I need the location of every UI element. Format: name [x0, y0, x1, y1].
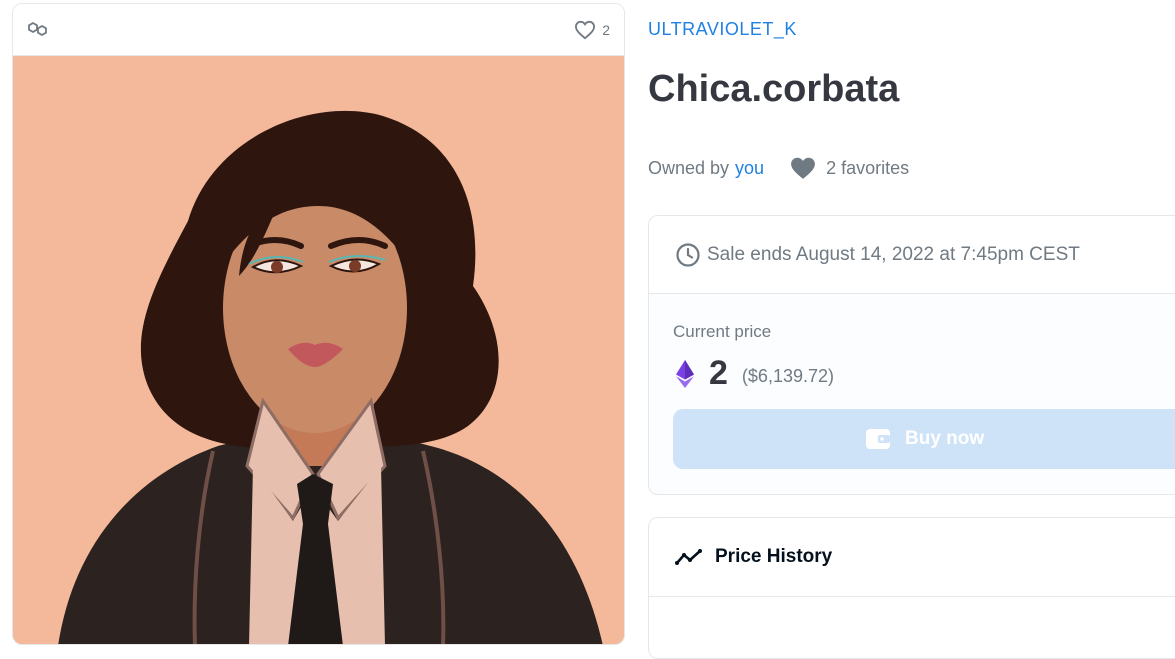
wallet-icon — [866, 429, 890, 449]
favorite-button[interactable]: 2 — [574, 19, 610, 41]
price-history-panel: Price History — [648, 517, 1175, 659]
clock-icon — [676, 242, 700, 267]
price-fiat: ($6,139.72) — [741, 366, 834, 386]
price-history-title: Price History — [715, 546, 833, 567]
heart-icon — [791, 157, 815, 179]
owned-by-label: Owned by — [648, 157, 730, 178]
trending-line-icon — [675, 549, 702, 565]
current-price-label: Current price — [673, 322, 772, 341]
buy-now-label: Buy now — [905, 428, 985, 449]
owner-line: Owned by you 2 favorites — [648, 156, 909, 180]
owner-link[interactable]: you — [735, 158, 764, 179]
sale-end-text: Sale ends August 14, 2022 at 7:45pm CEST — [707, 243, 1080, 265]
favorite-count: 2 — [602, 22, 610, 38]
buy-now-button[interactable]: Buy now — [673, 409, 1175, 469]
item-title: Chica.corbata — [648, 68, 900, 110]
polygon-chain-icon[interactable] — [27, 19, 49, 39]
price-row: 2 ($6,139.72) — [675, 354, 834, 393]
nft-artwork[interactable] — [13, 56, 624, 645]
ethereum-icon — [676, 359, 694, 388]
trade-station: Sale ends August 14, 2022 at 7:45pm CEST… — [648, 215, 1175, 495]
collection-link[interactable]: ULTRAVIOLET_K — [648, 19, 797, 40]
favorites-count[interactable]: 2 favorites — [826, 158, 909, 179]
price-history-header[interactable]: Price History — [649, 518, 1175, 597]
media-header: 2 — [13, 4, 624, 56]
price-amount: 2 — [709, 354, 728, 392]
heart-outline-icon — [575, 20, 596, 40]
sale-end-row: Sale ends August 14, 2022 at 7:45pm CEST — [649, 216, 1175, 294]
media-card: 2 — [12, 3, 625, 645]
